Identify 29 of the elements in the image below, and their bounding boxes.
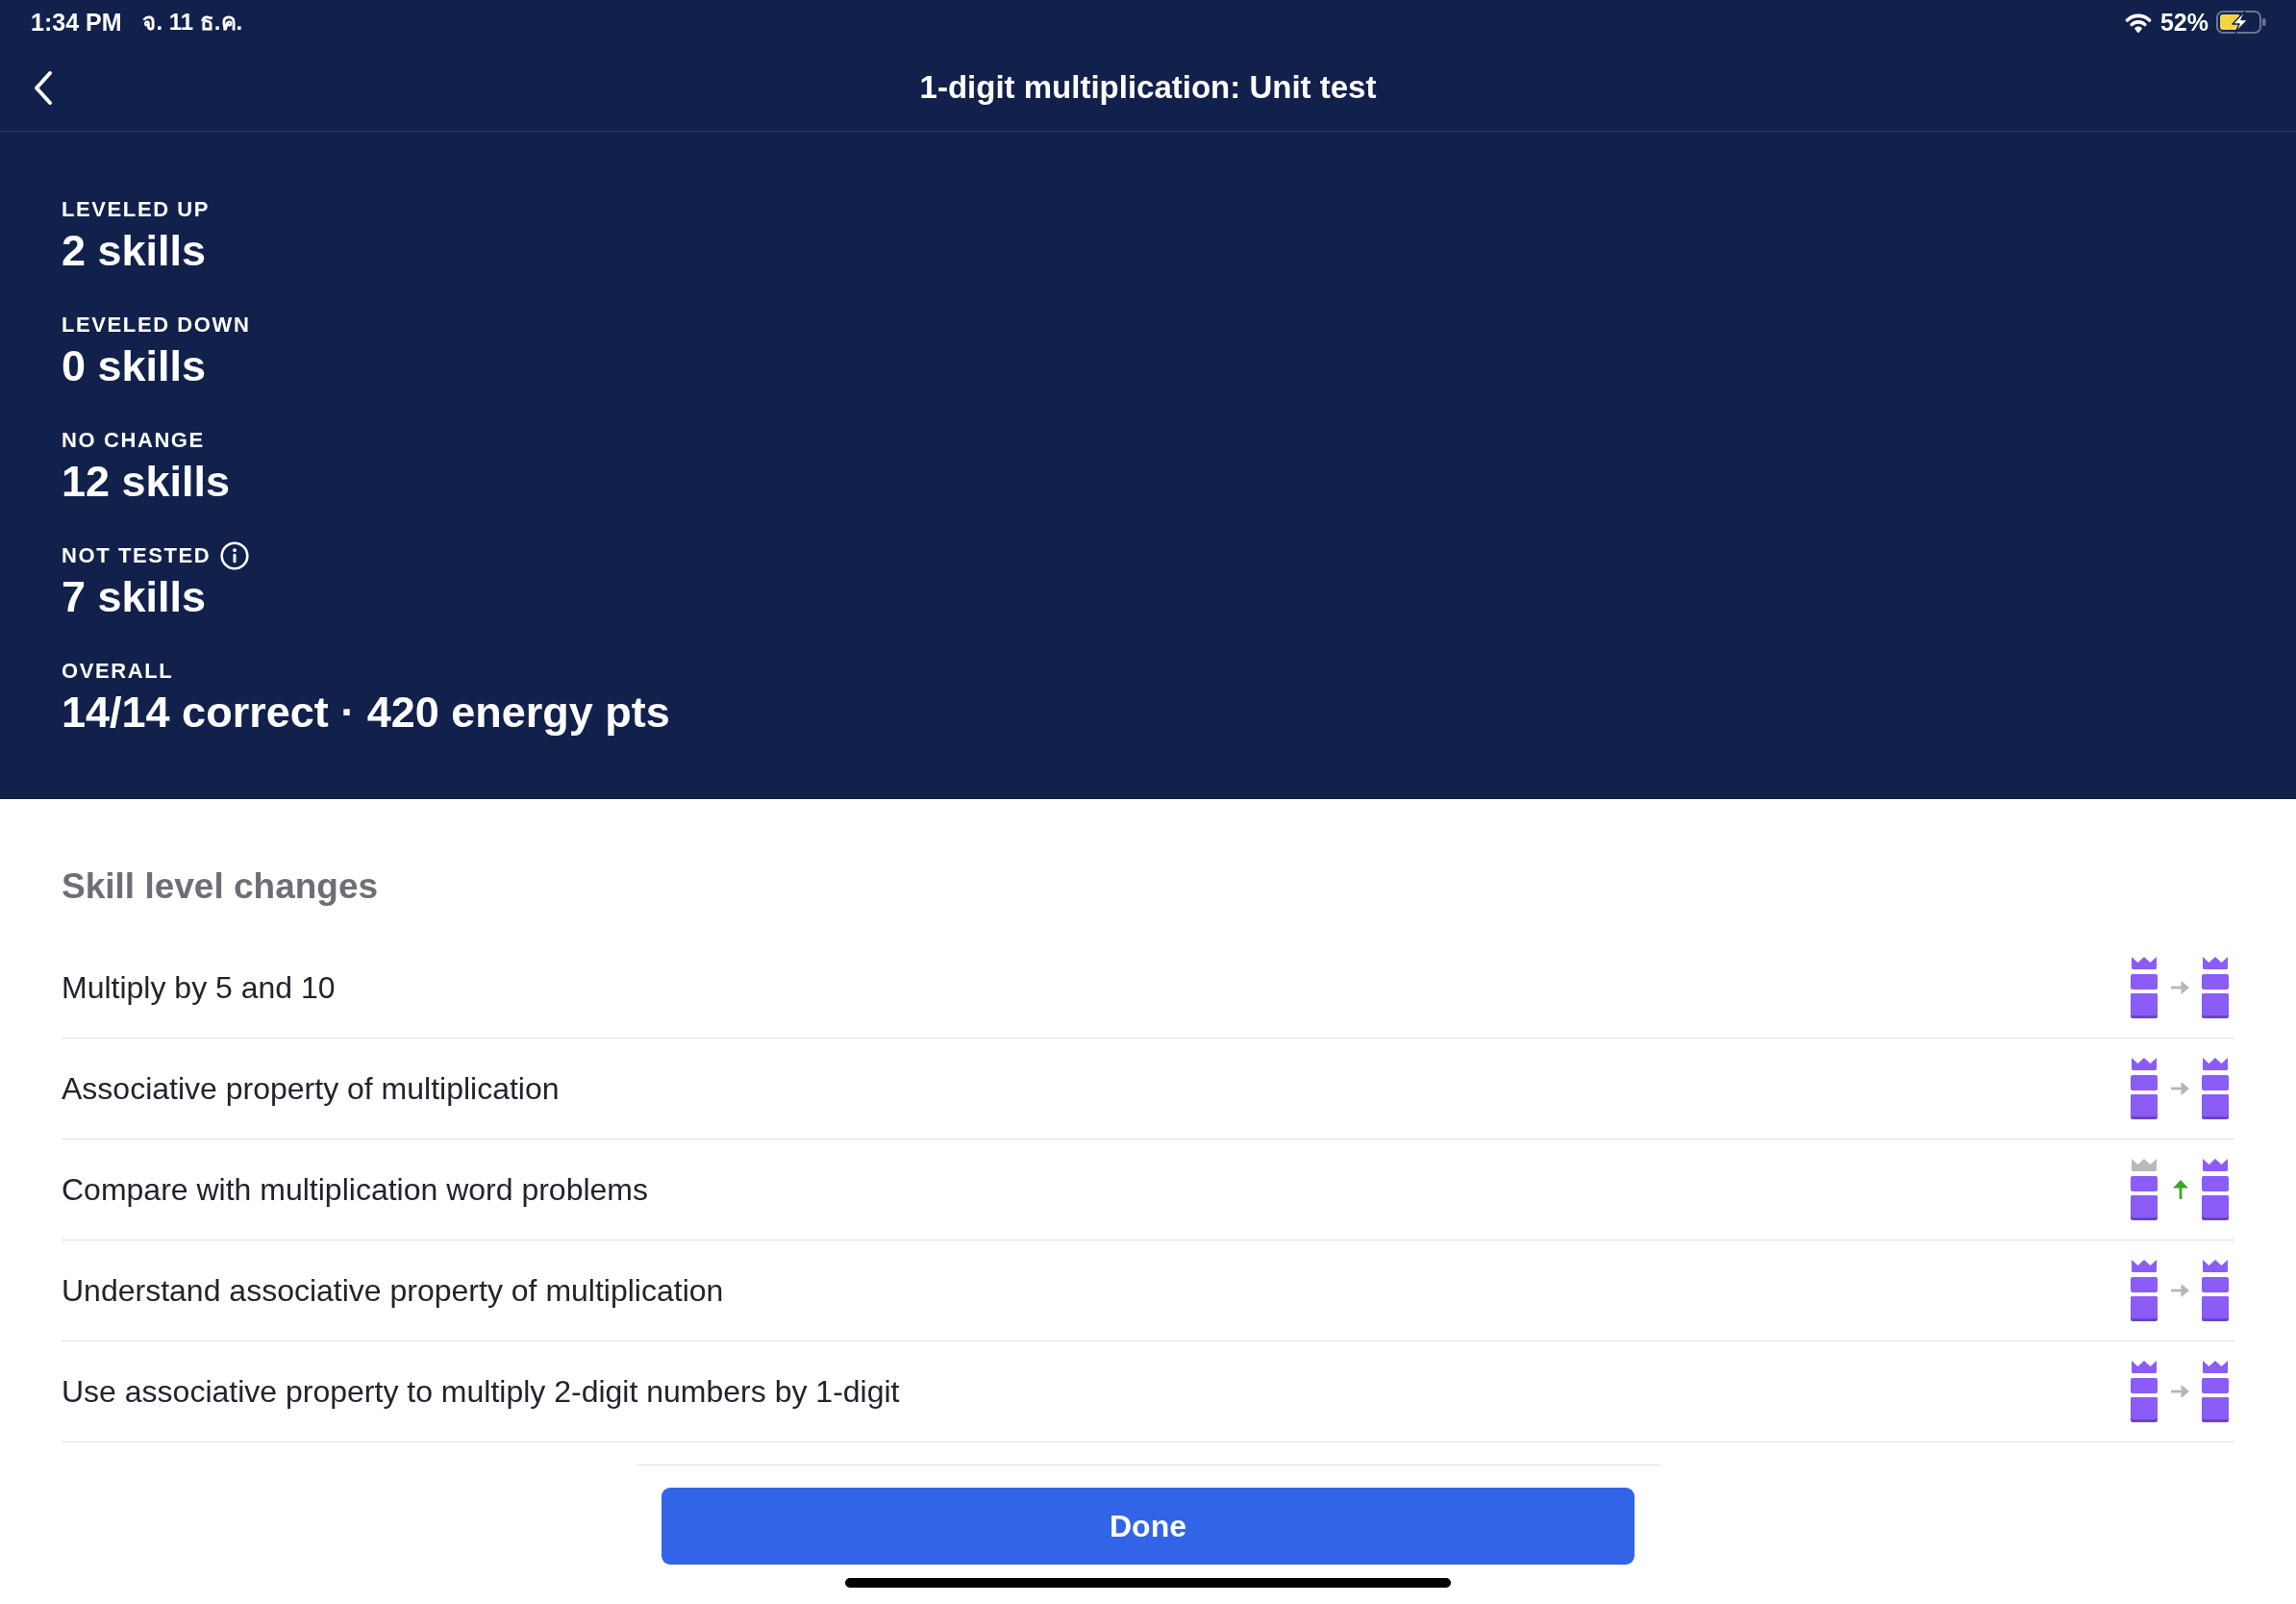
- stat-label: NOT TESTED: [62, 542, 212, 569]
- right-arrow-icon: [2171, 981, 2189, 994]
- status-time: 1:34 PM: [31, 8, 122, 37]
- wifi-icon: [2124, 12, 2152, 33]
- status-date: จ. 11 ธ.ค.: [142, 8, 243, 37]
- page-title: 1-digit multiplication: Unit test: [919, 68, 1377, 107]
- stat-value: 2 skills: [62, 225, 207, 277]
- skill-name: Use associative property to multiply 2-digit numbers by 1-digit: [62, 1373, 900, 1411]
- back-icon[interactable]: [33, 69, 54, 106]
- stat-label: LEVELED DOWN: [62, 312, 251, 338]
- stat-label: LEVELED UP: [62, 196, 211, 223]
- info-icon[interactable]: [220, 541, 250, 570]
- stat-value: 14/14 correct · 420 energy pts: [62, 687, 670, 739]
- section-heading: Skill level changes: [62, 865, 379, 908]
- skill-name: Understand associative property of multiplication: [62, 1272, 724, 1310]
- stat-value: 12 skills: [62, 456, 231, 508]
- stat-value: 7 skills: [62, 571, 207, 623]
- skill-name: Multiply by 5 and 10: [62, 969, 336, 1007]
- right-arrow-icon: [2171, 1385, 2189, 1398]
- stat-label: NO CHANGE: [62, 427, 205, 454]
- stat-label: OVERALL: [62, 658, 174, 685]
- right-arrow-icon: [2171, 1284, 2189, 1297]
- battery-percent: 52%: [2159, 8, 2209, 37]
- stat-value: 0 skills: [62, 340, 207, 392]
- done-button[interactable]: Done: [661, 1488, 1635, 1565]
- right-arrow-icon: [2171, 1082, 2189, 1095]
- skill-name: Associative property of multiplication: [62, 1070, 560, 1108]
- skill-name: Compare with multiplication word problems: [62, 1171, 648, 1209]
- up-arrow-icon: [2173, 1180, 2188, 1199]
